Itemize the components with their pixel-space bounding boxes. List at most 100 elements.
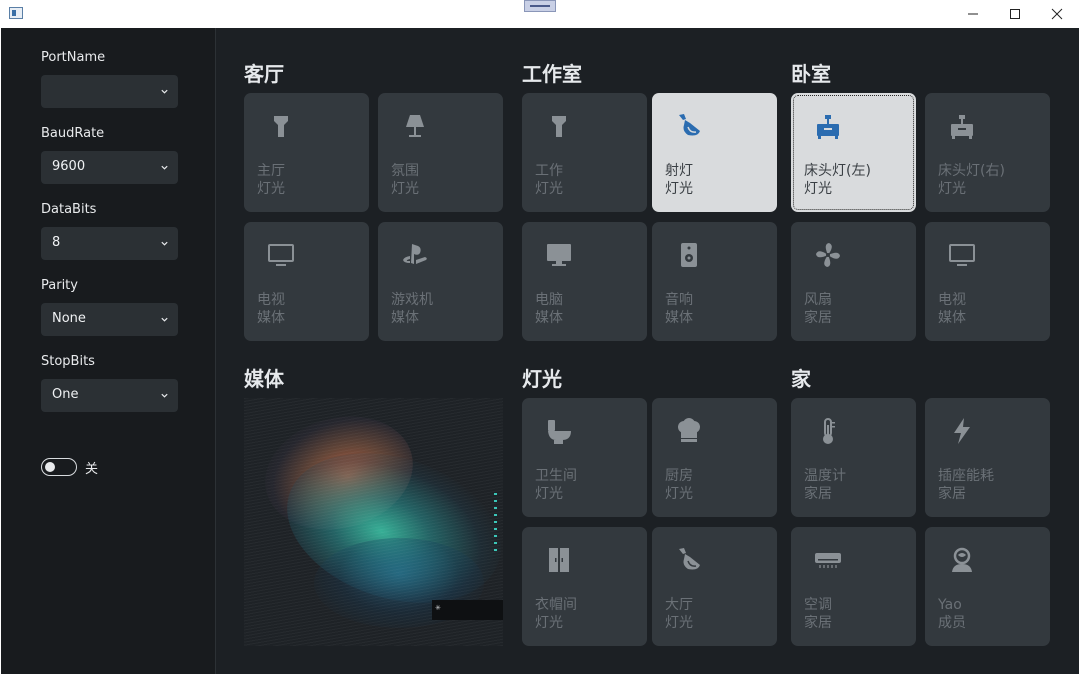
stopbits-select[interactable]: One bbox=[41, 379, 178, 412]
bedside-lamp-icon bbox=[813, 111, 843, 141]
tile-home-member[interactable]: Yao 成员 bbox=[925, 527, 1050, 646]
monitor-icon bbox=[947, 240, 977, 270]
tile-lights-bathroom[interactable]: 卫生间 灯光 bbox=[522, 398, 647, 517]
tile-living-console[interactable]: 游戏机 媒体 bbox=[378, 222, 503, 341]
tile-bedroom-lamp-left[interactable]: 床头灯(左) 灯光 bbox=[791, 93, 916, 212]
artwork-dots bbox=[494, 493, 497, 553]
maximize-button[interactable] bbox=[994, 0, 1036, 28]
baudrate-select[interactable]: 9600 bbox=[41, 151, 178, 184]
tile-category: 灯光 bbox=[938, 181, 966, 197]
tile-category: 媒体 bbox=[535, 310, 563, 326]
tile-name: 大厅 bbox=[665, 597, 693, 613]
bedside-lamp-icon bbox=[947, 111, 977, 141]
flashlight-icon bbox=[266, 111, 296, 141]
baudrate-label: BaudRate bbox=[41, 126, 105, 141]
close-button[interactable] bbox=[1036, 0, 1078, 28]
tile-name: 主厅 bbox=[257, 163, 285, 179]
tile-name: 插座能耗 bbox=[938, 468, 994, 484]
tile-name: 射灯 bbox=[665, 163, 693, 179]
maximize-icon bbox=[1010, 9, 1020, 19]
tile-category: 灯光 bbox=[665, 181, 693, 197]
tile-name: 床头灯(右) bbox=[938, 163, 1005, 179]
tile-lights-hall[interactable]: 大厅 灯光 bbox=[652, 527, 777, 646]
tile-category: 家居 bbox=[938, 486, 966, 502]
tile-category: 媒体 bbox=[938, 310, 966, 326]
parity-value: None bbox=[52, 311, 86, 326]
title-bar bbox=[0, 0, 1080, 28]
tile-name: 温度计 bbox=[804, 468, 846, 484]
connect-toggle[interactable] bbox=[41, 458, 77, 476]
tile-category: 灯光 bbox=[804, 181, 832, 197]
tile-name: 风扇 bbox=[804, 292, 832, 308]
tile-name: 床头灯(左) bbox=[804, 163, 871, 179]
tile-category: 家居 bbox=[804, 486, 832, 502]
app-icon bbox=[9, 7, 23, 19]
chevron-down-icon bbox=[161, 241, 168, 246]
stopbits-value: One bbox=[52, 387, 79, 402]
lightning-icon bbox=[947, 416, 977, 446]
tile-bedroom-lamp-right[interactable]: 床头灯(右) 灯光 bbox=[925, 93, 1050, 212]
toggle-label: 关 bbox=[85, 462, 99, 477]
portname-label: PortName bbox=[41, 50, 106, 65]
stopbits-label: StopBits bbox=[41, 354, 95, 369]
section-title-studio: 工作室 bbox=[522, 62, 582, 86]
tile-home-thermometer[interactable]: 温度计 家居 bbox=[791, 398, 916, 517]
tile-category: 灯光 bbox=[535, 615, 563, 631]
section-title-living-room: 客厅 bbox=[244, 62, 284, 86]
minimize-icon bbox=[968, 13, 978, 15]
toggle-knob bbox=[45, 461, 55, 472]
tile-name: 厨房 bbox=[665, 468, 693, 484]
tile-lights-kitchen[interactable]: 厨房 灯光 bbox=[652, 398, 777, 517]
tile-name: 工作 bbox=[535, 163, 563, 179]
tile-living-main-light[interactable]: 主厅 灯光 bbox=[244, 93, 369, 212]
tile-studio-spotlight[interactable]: 射灯 灯光 bbox=[652, 93, 777, 212]
tile-category: 灯光 bbox=[665, 486, 693, 502]
section-title-home: 家 bbox=[791, 367, 811, 391]
minimize-button[interactable] bbox=[952, 0, 994, 28]
close-icon bbox=[1051, 8, 1063, 20]
tile-name: 音响 bbox=[665, 292, 693, 308]
spotlight-icon bbox=[674, 545, 704, 575]
tile-living-tv[interactable]: 电视 媒体 bbox=[244, 222, 369, 341]
tile-lights-wardrobe[interactable]: 衣帽间 灯光 bbox=[522, 527, 647, 646]
tile-studio-speaker[interactable]: 音响 媒体 bbox=[652, 222, 777, 341]
tile-category: 家居 bbox=[804, 615, 832, 631]
fan-icon bbox=[813, 240, 843, 270]
section-title-bedroom: 卧室 bbox=[791, 62, 831, 86]
tile-name: 衣帽间 bbox=[535, 597, 577, 613]
tile-studio-work-light[interactable]: 工作 灯光 bbox=[522, 93, 647, 212]
tile-bedroom-fan[interactable]: 风扇 家居 bbox=[791, 222, 916, 341]
drag-handle[interactable] bbox=[524, 0, 556, 12]
toilet-icon bbox=[544, 416, 574, 446]
desktop-icon bbox=[544, 240, 574, 270]
monitor-icon bbox=[266, 240, 296, 270]
parity-label: Parity bbox=[41, 278, 78, 293]
tile-name: 卫生间 bbox=[535, 468, 577, 484]
tile-category: 媒体 bbox=[665, 310, 693, 326]
tile-name: 游戏机 bbox=[391, 292, 433, 308]
tile-category: 灯光 bbox=[257, 181, 285, 197]
thermometer-icon bbox=[813, 416, 843, 446]
wardrobe-icon bbox=[544, 545, 574, 575]
tile-name: 电视 bbox=[257, 292, 285, 308]
spotlight-icon bbox=[674, 111, 704, 141]
air-conditioner-icon bbox=[813, 545, 843, 575]
speaker-icon bbox=[674, 240, 704, 270]
portname-select[interactable] bbox=[41, 75, 178, 108]
tile-bedroom-tv[interactable]: 电视 媒体 bbox=[925, 222, 1050, 341]
databits-select[interactable]: 8 bbox=[41, 227, 178, 260]
parity-select[interactable]: None bbox=[41, 303, 178, 336]
tile-name: 空调 bbox=[804, 597, 832, 613]
artwork-logo: ✳ bbox=[432, 600, 503, 620]
tile-category: 家居 bbox=[804, 310, 832, 326]
chevron-down-icon bbox=[161, 165, 168, 170]
chef-hat-icon bbox=[674, 416, 704, 446]
section-title-media: 媒体 bbox=[244, 367, 284, 391]
tile-home-air-conditioner[interactable]: 空调 家居 bbox=[791, 527, 916, 646]
table-lamp-icon bbox=[400, 111, 430, 141]
tile-home-socket-energy[interactable]: 插座能耗 家居 bbox=[925, 398, 1050, 517]
media-artwork[interactable]: ✳ bbox=[244, 398, 503, 646]
tile-name: Yao bbox=[938, 597, 962, 613]
tile-living-ambient-light[interactable]: 氛围 灯光 bbox=[378, 93, 503, 212]
tile-studio-computer[interactable]: 电脑 媒体 bbox=[522, 222, 647, 341]
